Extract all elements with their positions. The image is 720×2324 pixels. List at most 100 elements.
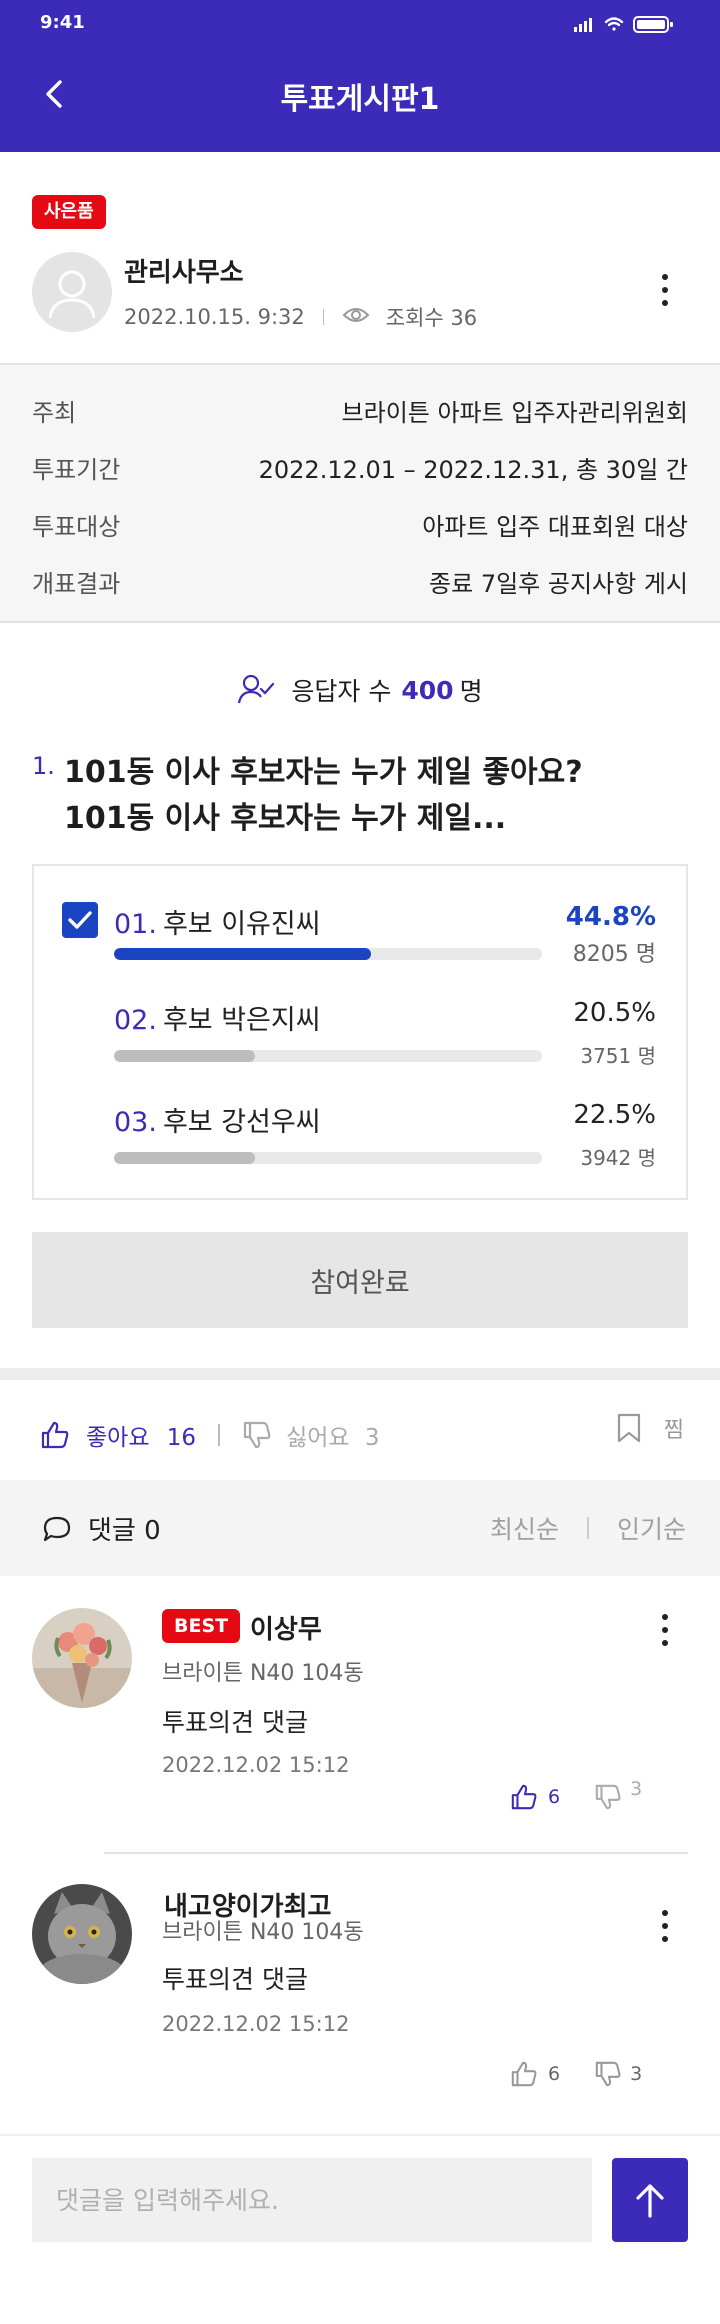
like-button[interactable]: 좋아요 16 <box>86 1418 196 1452</box>
option-progress-fill <box>114 1152 256 1164</box>
like-label: 좋아요 <box>86 1425 150 1451</box>
comment-like-button[interactable]: 6 <box>510 2060 560 2088</box>
respondent-count: 응답자 수 400 명 <box>0 672 720 708</box>
option-count: 3751 명 <box>580 1044 656 1068</box>
info-label: 개표결과 <box>32 569 121 598</box>
info-row-host: 주최 브라이튼 아파트 입주자관리위원회 <box>32 390 688 430</box>
send-button[interactable] <box>612 2158 688 2242</box>
thumbs-down-icon <box>595 2061 621 2087</box>
comment-dislike-button[interactable]: 3 <box>594 1778 642 1811</box>
bookmark-label: 찜 <box>663 1418 684 1443</box>
thumbs-down-icon <box>243 1421 271 1449</box>
info-value: 종료 7일후 공지사항 게시 <box>429 569 688 598</box>
check-icon <box>68 911 92 929</box>
option-label: 후보 박은지씨 <box>162 1005 321 1036</box>
thumbs-up-icon <box>511 2061 537 2087</box>
input-divider <box>0 2134 720 2136</box>
option-percent: 20.5% <box>573 998 656 1028</box>
bookmark-button[interactable]: 찜 <box>616 1412 684 1444</box>
question-number: 1. <box>32 752 55 780</box>
comment-dislike-count: 3 <box>630 1778 643 1800</box>
option-progress-bar <box>114 1152 542 1164</box>
comments-header: 댓글 0 최신순 인기순 <box>0 1480 720 1576</box>
post-more-button[interactable] <box>650 268 680 312</box>
comment-date: 2022.12.02 15:12 <box>162 2012 350 2036</box>
speech-bubble-icon <box>43 1516 71 1541</box>
commenter-name: 이상무 <box>250 1615 322 1645</box>
author-name: 관리사무소 <box>124 258 244 288</box>
comment-more-button[interactable] <box>650 1904 680 1948</box>
sort-popular[interactable]: 인기순 <box>617 1510 686 1546</box>
status-icons <box>570 14 680 34</box>
option-count: 3942 명 <box>580 1146 656 1170</box>
commenter-address: 브라이튼 N40 104동 <box>162 1661 364 1686</box>
bookmark-icon <box>617 1413 640 1443</box>
comment-sort: 최신순 인기순 <box>490 1510 686 1546</box>
info-row-target: 투표대상 아파트 입주 대표회원 대상 <box>32 504 688 544</box>
option-count: 8205 명 <box>572 942 656 967</box>
option-percent: 44.8% <box>565 902 656 932</box>
vote-option-2[interactable]: 02. 후보 박은지씨 <box>114 998 321 1037</box>
dislike-label: 싫어요 <box>286 1425 350 1451</box>
vote-options: 01. 후보 이유진씨 44.8% 8205 명 02. 후보 박은지씨 20.5%… <box>32 864 688 1200</box>
thumbs-up-icon <box>511 1784 537 1810</box>
info-label: 투표기간 <box>32 455 121 484</box>
option-number: 01. <box>114 909 157 940</box>
user-placeholder-icon <box>48 270 96 319</box>
vote-option-1[interactable]: 01. 후보 이유진씨 <box>114 902 321 941</box>
battery-icon <box>633 16 673 33</box>
page-title: 투표게시판1 <box>280 82 440 117</box>
comment-text: 투표의견 댓글 <box>162 1965 308 1994</box>
question-line: 101동 이사 후보자는 누가 제일 좋아요? <box>64 755 583 790</box>
thumbs-up-icon <box>41 1421 69 1449</box>
checkbox-checked[interactable] <box>62 902 98 938</box>
info-label: 투표대상 <box>32 512 121 541</box>
option-number: 02. <box>114 1005 157 1036</box>
sort-latest[interactable]: 최신순 <box>490 1510 559 1546</box>
comment-like-button[interactable]: 6 <box>510 1783 560 1811</box>
commenter-address: 브라이튼 N40 104동 <box>162 1920 364 1945</box>
comment-like-count: 6 <box>548 1786 561 1808</box>
question-text: 101동 이사 후보자는 누가 제일 좋아요? 101동 이사 후보자는 누가 … <box>64 750 684 842</box>
info-value: 아파트 입주 대표회원 대상 <box>422 512 688 541</box>
option-progress-fill <box>114 948 371 960</box>
dislike-button[interactable]: 싫어요 3 <box>286 1418 379 1452</box>
option-progress-bar <box>114 948 542 960</box>
reaction-bar: 좋아요 16 싫어요 3 <box>40 1410 380 1460</box>
signal-icon <box>574 18 592 32</box>
option-number: 03. <box>114 1107 157 1138</box>
app-bar: 9:41 투표게시판1 <box>0 0 720 152</box>
option-percent: 22.5% <box>573 1100 656 1130</box>
wifi-icon <box>604 17 624 31</box>
thumbs-down-icon <box>595 1784 621 1810</box>
commenter-avatar[interactable] <box>32 1608 132 1708</box>
sort-divider <box>586 1517 589 1539</box>
question-line: 101동 이사 후보자는 누가 제일... <box>64 801 507 836</box>
comment-dislike-button[interactable]: 3 <box>594 2060 642 2088</box>
comment-count-label: 댓글 0 <box>88 1516 161 1546</box>
post-date: 2022.10.15. 9:32 <box>124 305 305 329</box>
gray-cat-image <box>32 1884 132 1984</box>
commenter-avatar[interactable] <box>32 1884 132 1984</box>
flower-bouquet-image <box>32 1608 132 1708</box>
eye-icon <box>342 305 370 329</box>
vote-option-3[interactable]: 03. 후보 강선우씨 <box>114 1100 321 1139</box>
info-row-result: 개표결과 종료 7일후 공지사항 게시 <box>32 561 688 601</box>
comment-text: 투표의견 댓글 <box>162 1708 308 1737</box>
comment-count: 댓글 0 <box>42 1510 161 1547</box>
post-meta: 2022.10.15. 9:32 조회수 36 <box>124 302 477 332</box>
dislike-count: 3 <box>364 1425 380 1451</box>
vote-done-button[interactable]: 참여완료 <box>32 1232 688 1328</box>
comment-like-count: 6 <box>548 2063 561 2085</box>
author-avatar <box>32 252 112 332</box>
comment-dislike-count: 3 <box>630 2063 643 2085</box>
reaction-divider <box>218 1424 221 1446</box>
respondent-number: 400 <box>401 675 454 705</box>
comment-more-button[interactable] <box>650 1608 680 1652</box>
comment-input[interactable] <box>32 2158 592 2242</box>
option-label: 후보 강선우씨 <box>162 1107 321 1138</box>
respondent-unit: 명 <box>459 677 483 706</box>
comment-reactions: 6 3 <box>510 2060 642 2088</box>
gift-badge: 사은품 <box>32 195 106 229</box>
respondent-label: 응답자 수 <box>291 677 392 706</box>
